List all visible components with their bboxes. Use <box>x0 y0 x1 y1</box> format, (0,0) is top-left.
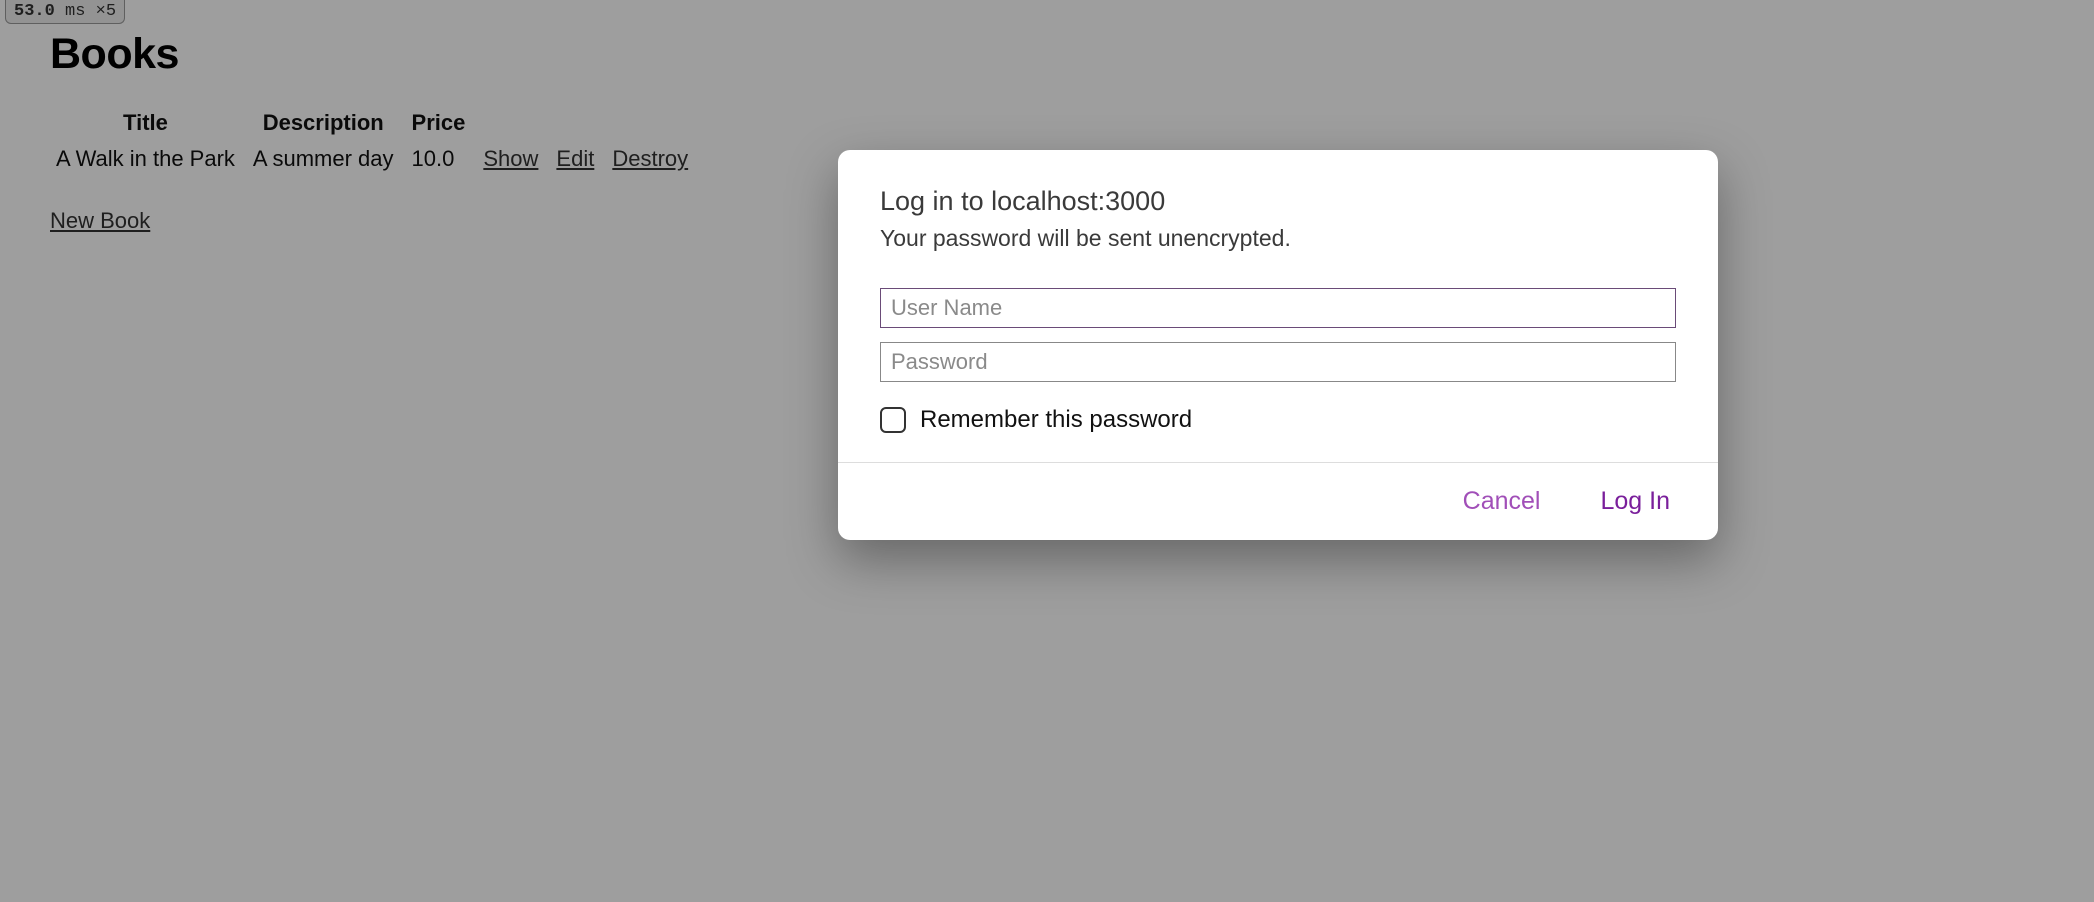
remember-checkbox[interactable] <box>880 407 906 433</box>
dialog-title: Log in to localhost:3000 <box>880 186 1676 217</box>
remember-row: Remember this password <box>880 406 1676 434</box>
login-button[interactable]: Log In <box>1594 483 1676 520</box>
dialog-subtitle: Your password will be sent unencrypted. <box>880 225 1676 252</box>
dialog-footer: Cancel Log In <box>838 462 1718 540</box>
username-input[interactable] <box>880 288 1676 328</box>
login-dialog: Log in to localhost:3000 Your password w… <box>838 150 1718 540</box>
cancel-button[interactable]: Cancel <box>1457 483 1547 520</box>
dialog-body: Log in to localhost:3000 Your password w… <box>838 150 1718 462</box>
remember-label[interactable]: Remember this password <box>920 406 1192 434</box>
password-input[interactable] <box>880 342 1676 382</box>
